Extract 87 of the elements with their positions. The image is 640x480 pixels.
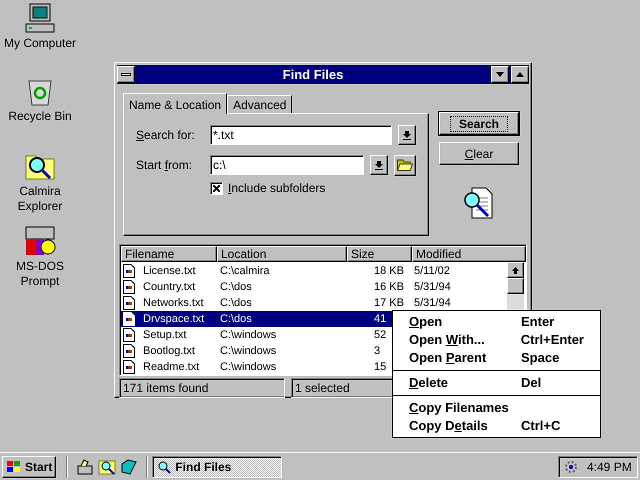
magnifier-icon: [157, 460, 172, 474]
file-row[interactable]: License.txt C:\calmira 18 KB 5/11/02: [121, 263, 507, 279]
shortcut: Space: [521, 349, 560, 368]
text-file-icon: [123, 296, 135, 310]
column-header[interactable]: Location: [217, 246, 347, 262]
window-title: Find Files: [282, 66, 344, 84]
desktop-icon-label[interactable]: MS-DOS Prompt: [0, 259, 80, 289]
table-cell-text: C:\dos: [219, 312, 253, 327]
scroll-thumb[interactable]: [507, 278, 524, 294]
menu-item[interactable]: Copy Details Ctrl+C: [393, 417, 600, 435]
table-cell-text: 17 KB: [373, 296, 405, 311]
clock: 4:49 PM: [587, 460, 632, 474]
down-arrow-icon: [375, 160, 383, 170]
table-cell-text: C:\calmira: [219, 264, 271, 279]
text-file-icon: [123, 312, 135, 326]
table-cell-text: C:\windows: [219, 360, 278, 375]
text-file-icon: [123, 344, 135, 358]
table-cell-text: 5/31/94: [413, 280, 451, 295]
field-label: Search for:: [136, 127, 196, 144]
menu-item[interactable]: Open Parent Space: [393, 349, 600, 367]
menu-item[interactable]: Copy Filenames: [393, 399, 600, 417]
gear-icon[interactable]: [563, 458, 579, 474]
menu-item[interactable]: Open With... Ctrl+Enter: [393, 331, 600, 349]
checkbox-label: Include subfolders: [228, 180, 326, 197]
start-from-field[interactable]: c:\: [210, 155, 364, 175]
maximize-button[interactable]: [511, 66, 529, 83]
minimize-button[interactable]: [491, 66, 509, 83]
tab[interactable]: Name & Location: [123, 93, 228, 114]
desktop-icon-label[interactable]: Recycle Bin: [0, 109, 80, 124]
table-cell-text: 41: [373, 312, 388, 327]
up-triangle-icon: [516, 72, 524, 77]
table-cell-text: Readme.txt: [143, 360, 200, 375]
windows-flag-icon: [6, 460, 22, 474]
up-arrow-icon: [512, 266, 519, 274]
dialog-button[interactable]: Search: [439, 112, 519, 135]
down-triangle-icon: [496, 72, 504, 77]
column-header[interactable]: Size: [347, 246, 412, 262]
dropdown-button[interactable]: [370, 155, 388, 175]
checkbox[interactable]: [210, 182, 223, 194]
field-label: Start from:: [136, 157, 194, 174]
desktop-icon-label[interactable]: My Computer: [0, 36, 80, 51]
desktop-tool-icon[interactable]: [76, 458, 94, 476]
book-icon[interactable]: [120, 458, 138, 476]
down-arrow-icon: [403, 130, 411, 140]
x-mark-icon: [213, 184, 220, 192]
folder-icon: [397, 159, 413, 171]
text-file-icon: [123, 328, 135, 342]
search-for-field[interactable]: *.txt: [210, 125, 392, 145]
shortcut: Ctrl+C: [521, 417, 560, 436]
table-cell-text: Networks.txt: [143, 296, 204, 311]
scroll-up-button[interactable]: [507, 262, 524, 278]
table-cell-text: 5/11/02: [413, 264, 450, 279]
dropdown-button[interactable]: [398, 125, 416, 145]
file-row[interactable]: Country.txt C:\dos 16 KB 5/31/94: [121, 279, 507, 295]
desktop-icon-label[interactable]: Calmira Explorer: [0, 184, 80, 214]
table-cell-text: 16 KB: [373, 280, 405, 295]
browse-button[interactable]: [394, 154, 416, 176]
table-cell-text: C:\windows: [219, 328, 278, 343]
table-cell-text: Country.txt: [143, 280, 196, 295]
table-cell-text: 15: [373, 360, 388, 375]
text-file-icon: [123, 264, 135, 278]
ms-dos-icon: [24, 225, 56, 257]
table-cell-text: C:\dos: [219, 296, 253, 311]
file-row[interactable]: Networks.txt C:\dos 17 KB 5/31/94: [121, 295, 507, 311]
table-cell-text: C:\windows: [219, 344, 278, 359]
task-button[interactable]: Find Files: [152, 456, 282, 478]
table-cell-text: 3: [373, 344, 382, 359]
table-cell-text: Bootlog.txt: [143, 344, 195, 359]
table-cell-text: 52: [373, 328, 388, 343]
folder-magnifier-icon[interactable]: [98, 458, 116, 476]
text-file-icon: [123, 280, 135, 294]
table-cell-text: Setup.txt: [143, 328, 186, 343]
column-header[interactable]: Filename: [121, 246, 217, 262]
start-button[interactable]: Start: [2, 456, 56, 478]
table-cell-text: 18 KB: [373, 264, 405, 279]
table-cell-text: C:\dos: [219, 280, 253, 295]
status-panel: 171 items found: [119, 378, 285, 398]
shortcut: Enter: [521, 313, 554, 332]
table-cell-text: License.txt: [143, 264, 196, 279]
table-cell-text: 5/31/94: [413, 296, 451, 311]
shortcut: Ctrl+Enter: [520, 331, 584, 350]
shortcut: Del: [521, 374, 542, 392]
column-header[interactable]: Modified: [412, 246, 526, 262]
dialog-button[interactable]: Clear: [439, 142, 519, 165]
system-menu-button[interactable]: [117, 66, 135, 83]
table-cell-text: Drvspace.txt: [143, 312, 204, 327]
tab[interactable]: Advanced: [227, 95, 292, 113]
